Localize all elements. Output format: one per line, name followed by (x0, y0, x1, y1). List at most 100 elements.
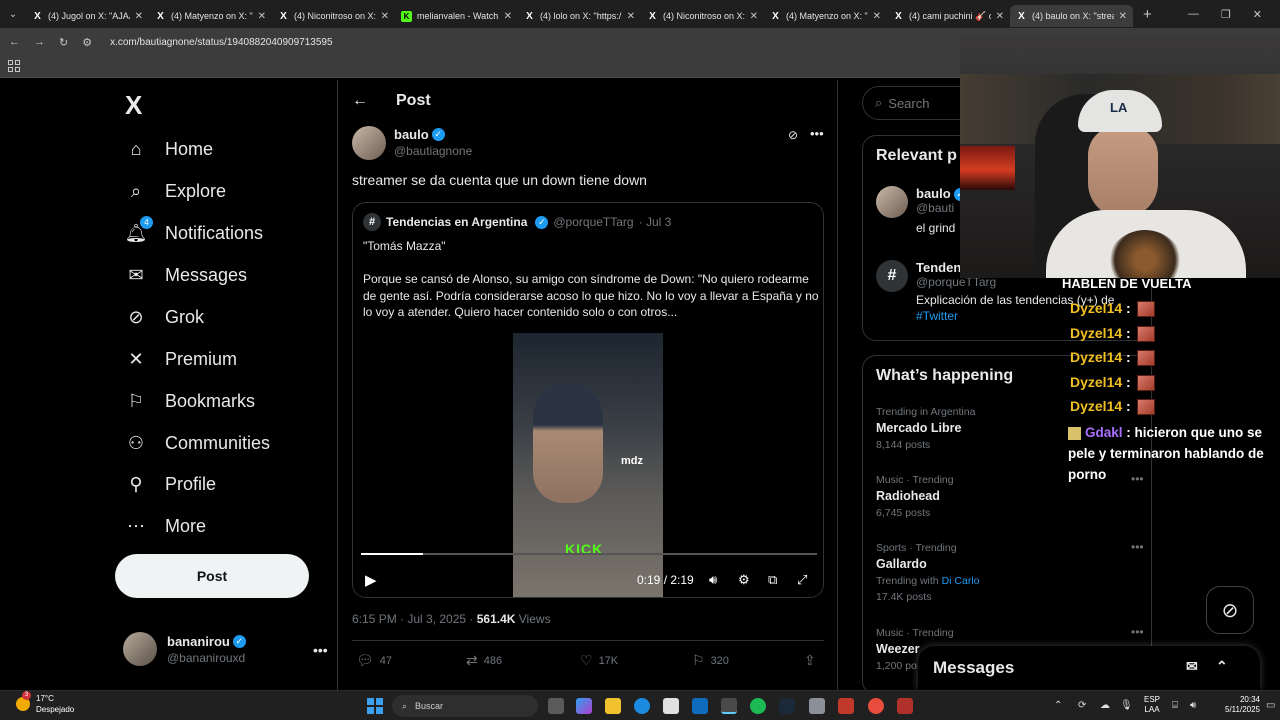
author-handle[interactable]: @bautiagnone (394, 144, 472, 158)
weather-widget[interactable]: 3 17°C Despejado (16, 691, 74, 715)
minimize-icon[interactable]: — (1188, 8, 1199, 20)
forward-icon[interactable]: → (34, 36, 45, 48)
language-indicator[interactable]: ESP LAA (1144, 695, 1160, 715)
repost-button[interactable]: ⇄ 486 (466, 652, 502, 669)
browser-tab[interactable]: X (4) Matyenzo on X: "E ✕ (149, 5, 272, 27)
close-window-icon[interactable]: ✕ (1253, 8, 1262, 21)
close-tab-icon[interactable]: ✕ (750, 11, 758, 22)
nav-item-messages[interactable]: ✉ Messages (125, 264, 247, 286)
nav-item-explore[interactable]: ⌕ Explore (125, 180, 226, 202)
views-count[interactable]: 561.4K (477, 612, 516, 626)
browser-tab[interactable]: X (4) lolo on X: "https:/ ✕ (518, 5, 641, 27)
notification-icon[interactable]: ▭ (1266, 700, 1275, 711)
nav-item-premium[interactable]: ✕ Premium (125, 348, 237, 370)
close-tab-icon[interactable]: ✕ (258, 11, 266, 22)
quoted-post[interactable]: # Tendencias en Argentina ✓ @porqueTTarg… (352, 202, 824, 598)
outlook-icon[interactable] (692, 698, 708, 714)
back-icon[interactable]: ← (9, 36, 20, 48)
mic-icon[interactable]: 🎙︎ (1120, 700, 1133, 711)
trend-more-icon[interactable]: ••• (1131, 625, 1144, 639)
browser-tab[interactable]: Kmelianvalen - Watch ✕ (395, 5, 518, 27)
tab-search-menu-icon[interactable]: ⌄ (0, 0, 26, 28)
network-icon[interactable]: ⌸ (1172, 700, 1178, 711)
browser-tab[interactable]: X (4) cami puchini 🎸 or ✕ (887, 5, 1010, 27)
apps-grid-icon[interactable] (8, 60, 20, 72)
messages-drawer[interactable]: Messages ✉ ⌃ (918, 646, 1260, 690)
taskbar-search[interactable]: ⌕ Buscar (392, 695, 538, 717)
grok-explain-icon[interactable]: ⊘ (788, 128, 798, 142)
reply-button[interactable]: 💬︎ 47 (356, 652, 392, 669)
edge-icon[interactable] (634, 698, 650, 714)
close-tab-icon[interactable]: ✕ (996, 11, 1004, 22)
store-icon[interactable] (663, 698, 679, 714)
nav-item-notifications[interactable]: 🔔︎ 4 Notifications (125, 216, 263, 244)
nav-item-grok[interactable]: ⊘ Grok (125, 306, 204, 328)
trend-with-link[interactable]: Di Carlo (942, 575, 980, 587)
close-tab-icon[interactable]: ✕ (381, 11, 389, 22)
nav-item-bookmarks[interactable]: ⚐ Bookmarks (125, 390, 255, 412)
like-button[interactable]: ♡ 17K (580, 652, 618, 669)
video-player[interactable]: mdz KICK ▶ 0:19 / 2:19 🔊︎ ⚙ ⧉ ⤢ (353, 333, 823, 597)
clock[interactable]: 20:34 5/11/2025 (1210, 695, 1260, 715)
play-icon[interactable]: ▶ (365, 571, 377, 589)
app-icon[interactable] (868, 698, 884, 714)
new-message-icon[interactable]: ✉ (1186, 658, 1198, 675)
post-author[interactable]: baulo ✓ @bautiagnone (352, 126, 472, 160)
steam-icon[interactable] (779, 698, 795, 714)
shield-icon[interactable] (838, 698, 854, 714)
nav-item-more[interactable]: ⋯ More (125, 515, 206, 537)
task-view-icon[interactable] (548, 698, 564, 714)
quote-author[interactable]: Tendencias en Argentina (386, 215, 527, 229)
browser-tab[interactable]: X (4) Niconitroso on X: ✕ (272, 5, 395, 27)
share-button[interactable]: ⇪ (804, 652, 816, 669)
account-switcher[interactable]: bananirou ✓ @bananirouxd ••• (123, 632, 328, 666)
volume-icon[interactable]: 🔊︎ (709, 572, 717, 588)
reload-icon[interactable]: ↻ (59, 36, 68, 49)
close-tab-icon[interactable]: ✕ (504, 11, 512, 22)
windows-start-icon[interactable] (367, 698, 383, 714)
volume-icon[interactable]: 🔊︎ (1190, 700, 1196, 711)
expand-icon[interactable]: ⌃ (1216, 658, 1228, 675)
settings-gear-icon[interactable]: ⚙ (738, 572, 750, 588)
nav-item-communities[interactable]: ⚇ Communities (125, 432, 270, 454)
url-field[interactable]: x.com/bautiagnone/status/194088204090971… (110, 37, 332, 48)
fullscreen-icon[interactable]: ⤢ (797, 572, 807, 588)
picture-in-picture-icon[interactable]: ⧉ (768, 572, 777, 588)
cloud-icon[interactable]: ☁ (1100, 700, 1110, 711)
x-logo[interactable]: X (125, 90, 142, 121)
spotify-icon[interactable] (750, 698, 766, 714)
author-name[interactable]: baulo (394, 127, 429, 142)
video-progress-bar[interactable] (361, 553, 817, 555)
trend-more-icon[interactable]: ••• (1131, 540, 1144, 554)
chevron-up-icon[interactable]: ⌃ (1054, 700, 1062, 711)
browser-tab[interactable]: X (4) baulo on X: "strea ✕ (1010, 5, 1133, 27)
trend-item[interactable]: Sports · Trending Gallardo Trending with… (876, 540, 1144, 603)
close-tab-icon[interactable]: ✕ (627, 11, 635, 22)
author-avatar[interactable] (352, 126, 386, 160)
relevant-person[interactable]: baulo✓ @bauti el grind (876, 186, 967, 235)
close-tab-icon[interactable]: ✕ (873, 11, 881, 22)
nav-item-profile[interactable]: ⚲ Profile (125, 473, 216, 495)
post-more-icon[interactable]: ••• (810, 126, 824, 141)
browser-tab[interactable]: X (4) Matyenzo on X: "E ✕ (764, 5, 887, 27)
restore-icon[interactable]: ❐ (1221, 8, 1231, 21)
copilot-icon[interactable] (576, 698, 592, 714)
browser-tab[interactable]: X (4) Jugol on X: "AJAJ ✕ (26, 5, 149, 27)
grok-fab-icon[interactable]: ⊘ (1206, 586, 1254, 634)
back-arrow-icon[interactable]: ← (352, 92, 368, 110)
settings-icon[interactable] (809, 698, 825, 714)
quote-handle[interactable]: @porqueTTarg (553, 215, 633, 229)
relevant-name[interactable]: baulo (916, 186, 951, 201)
close-tab-icon[interactable]: ✕ (1119, 11, 1127, 22)
chrome-icon[interactable] (721, 698, 737, 714)
site-info-icon[interactable]: ⚙ (82, 36, 92, 49)
close-tab-icon[interactable]: ✕ (135, 11, 143, 22)
file-explorer-icon[interactable] (605, 698, 621, 714)
sync-icon[interactable]: ⟳ (1078, 700, 1086, 711)
nav-item-home[interactable]: ⌂ Home (125, 138, 213, 160)
browser-tab[interactable]: X (4) Niconitroso on X: ✕ (641, 5, 764, 27)
more-dots-icon[interactable]: ••• (313, 642, 328, 658)
bookmark-button[interactable]: ⚐ 320 (692, 652, 729, 669)
new-tab-icon[interactable]: + (1143, 6, 1152, 23)
obs-icon[interactable] (897, 698, 913, 714)
